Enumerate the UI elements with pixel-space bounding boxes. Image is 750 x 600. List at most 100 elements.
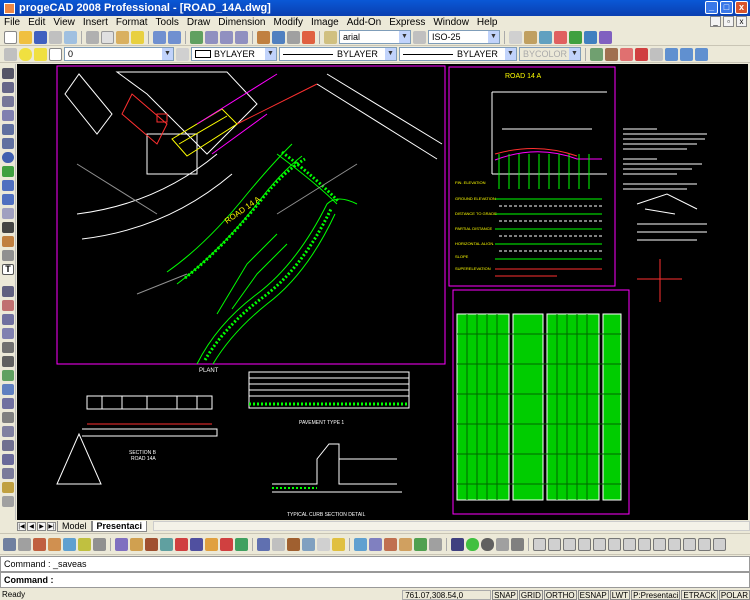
view-top-icon[interactable] xyxy=(680,47,693,61)
ray-icon[interactable] xyxy=(2,96,14,107)
raster-icon[interactable] xyxy=(599,30,612,44)
trim-icon[interactable] xyxy=(2,412,14,423)
snap-node-icon[interactable] xyxy=(496,537,509,551)
attach-icon[interactable] xyxy=(317,537,330,551)
center-mark-icon[interactable] xyxy=(683,537,696,551)
menu-file[interactable]: File xyxy=(0,17,24,28)
zoom-previous-icon[interactable] xyxy=(235,30,248,44)
copy-object-icon[interactable] xyxy=(2,300,14,311)
rectangle-icon[interactable] xyxy=(2,124,14,135)
menu-help[interactable]: Help xyxy=(473,17,502,28)
print-icon[interactable] xyxy=(49,30,62,44)
flag-icon[interactable] xyxy=(220,537,233,551)
arc-icon[interactable] xyxy=(2,138,14,149)
paste-icon[interactable] xyxy=(116,30,129,44)
menu-insert[interactable]: Insert xyxy=(79,17,112,28)
render-scene-icon[interactable] xyxy=(384,537,397,551)
array-icon[interactable] xyxy=(2,342,14,353)
block-insert-icon[interactable] xyxy=(2,208,14,219)
pan-icon[interactable] xyxy=(190,30,203,44)
redo-icon[interactable] xyxy=(168,30,181,44)
layer-off-icon[interactable] xyxy=(63,537,76,551)
ucs-icon[interactable] xyxy=(605,47,618,61)
minimize-button[interactable]: _ xyxy=(705,1,718,14)
print-preview-icon[interactable] xyxy=(64,30,77,44)
snap-toggle[interactable]: SNAP xyxy=(492,589,518,600)
text-icon[interactable]: T xyxy=(2,264,14,275)
dim-continue-icon[interactable] xyxy=(638,537,651,551)
xref-icon[interactable] xyxy=(584,30,597,44)
layer-freeze-icon[interactable] xyxy=(48,537,61,551)
menu-image[interactable]: Image xyxy=(307,17,343,28)
sun-icon[interactable] xyxy=(34,47,47,61)
ucs-previous-icon[interactable] xyxy=(635,47,648,61)
menu-window[interactable]: Window xyxy=(429,17,473,28)
etrack-toggle[interactable]: ETRACK xyxy=(681,589,718,600)
image-icon[interactable] xyxy=(554,30,567,44)
dim-baseline-icon[interactable] xyxy=(623,537,636,551)
menu-modify[interactable]: Modify xyxy=(270,17,307,28)
undo-icon[interactable] xyxy=(153,30,166,44)
break-icon[interactable] xyxy=(2,440,14,451)
snap-quadrant-icon[interactable] xyxy=(511,537,524,551)
layer-color-icon[interactable] xyxy=(49,47,62,61)
menu-view[interactable]: View xyxy=(49,17,79,28)
offset-icon[interactable] xyxy=(2,328,14,339)
layer-select[interactable]: 0 ▼ xyxy=(64,47,174,61)
snap-midpoint-icon[interactable] xyxy=(466,537,479,551)
chamfer-icon[interactable] xyxy=(2,454,14,465)
ellipse-icon[interactable] xyxy=(2,194,14,205)
area-icon[interactable] xyxy=(272,537,285,551)
region-icon[interactable] xyxy=(2,250,14,261)
layer-on-icon[interactable] xyxy=(19,47,32,61)
tab-prev-button[interactable]: ◀ xyxy=(27,521,36,531)
id-point-icon[interactable] xyxy=(302,537,315,551)
view-side-icon[interactable] xyxy=(695,47,708,61)
maximize-button[interactable]: □ xyxy=(720,1,733,14)
tab-last-button[interactable]: ▶| xyxy=(47,521,56,531)
leader-icon[interactable] xyxy=(653,537,666,551)
dim-diameter-icon[interactable] xyxy=(593,537,606,551)
dim-aligned-icon[interactable] xyxy=(548,537,561,551)
font-select[interactable]: arial ▼ xyxy=(339,30,411,44)
polyline-icon[interactable] xyxy=(2,82,14,93)
circle-icon[interactable] xyxy=(2,152,14,163)
polygon-icon[interactable] xyxy=(2,110,14,121)
folder-icon[interactable] xyxy=(205,537,218,551)
arc-text-icon[interactable] xyxy=(160,537,173,551)
3d-orbit-icon[interactable] xyxy=(354,537,367,551)
dim-edit-icon[interactable] xyxy=(698,537,711,551)
distance-icon[interactable] xyxy=(257,537,270,551)
menu-express[interactable]: Express xyxy=(385,17,429,28)
dim-style-icon[interactable] xyxy=(713,537,726,551)
snap-endpoint-icon[interactable] xyxy=(451,537,464,551)
dimstyle-select[interactable]: ISO-25 ▼ xyxy=(428,30,500,44)
tool-palette-icon[interactable] xyxy=(287,30,300,44)
menu-edit[interactable]: Edit xyxy=(24,17,49,28)
named-views-icon[interactable] xyxy=(590,47,603,61)
edit-polyline-icon[interactable] xyxy=(2,496,14,507)
doc-restore-button[interactable]: ▫ xyxy=(723,16,734,27)
doc-minimize-button[interactable]: _ xyxy=(710,16,721,27)
explode-icon[interactable] xyxy=(2,482,14,493)
ucs-world-icon[interactable] xyxy=(620,47,633,61)
save-icon[interactable] xyxy=(34,30,47,44)
sun-settings-icon[interactable] xyxy=(332,537,345,551)
open-icon[interactable] xyxy=(19,30,32,44)
lineweight-select[interactable]: BYLAYER ▼ xyxy=(399,47,517,61)
esnap-toggle[interactable]: ESNAP xyxy=(577,589,609,600)
point-icon[interactable] xyxy=(2,222,14,233)
block-tools-icon[interactable] xyxy=(130,537,143,551)
linetype-select[interactable]: BYLAYER ▼ xyxy=(279,47,397,61)
layer-states-icon[interactable] xyxy=(3,537,16,551)
grid-toggle[interactable]: GRID xyxy=(518,589,543,600)
close-button[interactable]: x xyxy=(735,1,748,14)
dim-radius-icon[interactable] xyxy=(578,537,591,551)
layer-isolate-icon[interactable] xyxy=(33,537,46,551)
spline-icon[interactable] xyxy=(2,180,14,191)
tree-icon[interactable] xyxy=(235,537,248,551)
help-icon[interactable] xyxy=(302,30,315,44)
menu-draw[interactable]: Draw xyxy=(183,17,214,28)
erase-icon[interactable] xyxy=(2,286,14,297)
drawing-canvas[interactable]: ROAD 14 A PLANT ROAD 14 A FIN. ELEVATION xyxy=(17,64,748,520)
